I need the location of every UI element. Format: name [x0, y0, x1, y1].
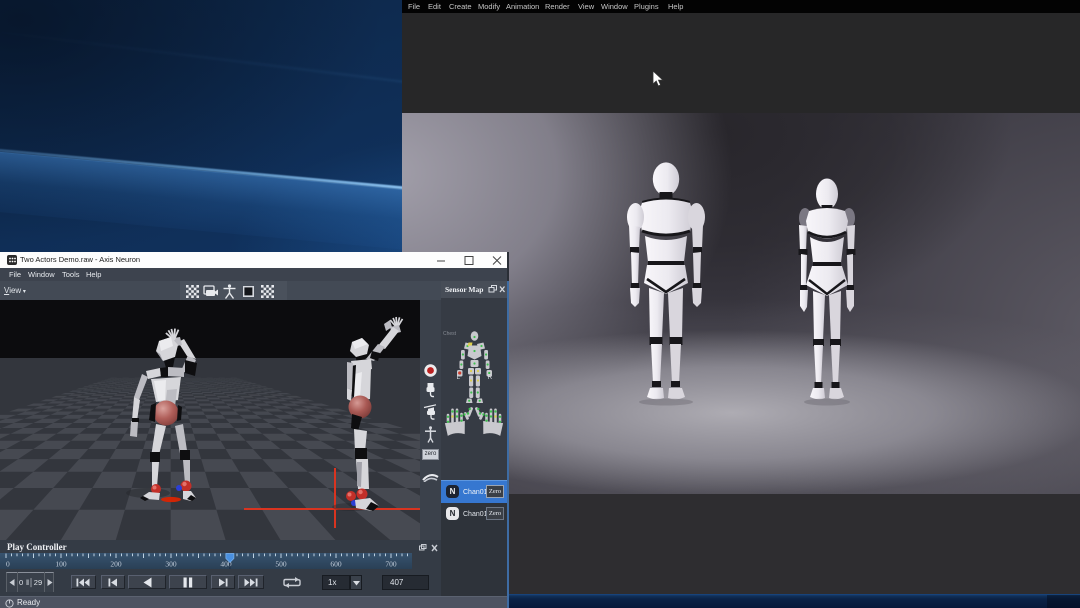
svg-text:0: 0	[6, 560, 10, 569]
svg-text:200: 200	[110, 560, 122, 569]
svg-text:Chest: Chest	[443, 331, 457, 337]
svg-text:100: 100	[55, 560, 67, 569]
svg-text:500: 500	[275, 560, 287, 569]
svg-text:600: 600	[330, 560, 342, 569]
svg-text:R: R	[488, 374, 493, 381]
svg-text:L: L	[457, 374, 461, 381]
svg-text:700: 700	[385, 560, 397, 569]
svg-text:300: 300	[165, 560, 177, 569]
